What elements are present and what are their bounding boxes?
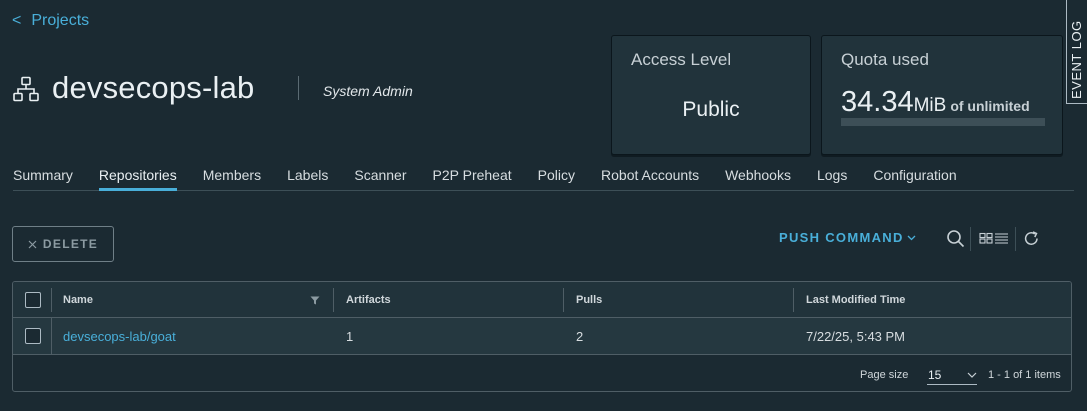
access-level-card: Access Level Public (611, 35, 811, 155)
tab-robot-accounts[interactable]: Robot Accounts (601, 164, 699, 191)
user-role-label: System Admin (323, 83, 413, 99)
column-divider (793, 288, 794, 312)
quota-unit: MiB (913, 95, 947, 116)
last-modified-time: 7/22/25, 5:43 PM (806, 329, 906, 344)
close-icon (28, 240, 37, 248)
column-divider (51, 318, 52, 354)
column-divider (333, 288, 334, 312)
table-header: Name Artifacts Pulls Last Modified Time (13, 282, 1071, 318)
header-divider (298, 76, 299, 100)
select-all-checkbox[interactable] (25, 292, 41, 308)
project-hierarchy-icon (13, 76, 39, 102)
event-log-label: EVENT LOG (1069, 20, 1084, 99)
search-icon[interactable] (944, 228, 966, 248)
push-command-label: PUSH COMMAND (779, 230, 904, 245)
row-checkbox[interactable] (25, 328, 41, 344)
card-list-view-toggle-icon[interactable] (976, 228, 1010, 248)
back-link-label: Projects (31, 12, 90, 29)
quota-card: Quota used 34.34MiB of unlimited (821, 35, 1063, 155)
tab-webhooks[interactable]: Webhooks (725, 164, 791, 191)
column-header-last-modified[interactable]: Last Modified Time (806, 294, 905, 306)
chevron-down-icon (907, 235, 916, 240)
filter-icon[interactable] (310, 296, 320, 305)
column-header-pulls[interactable]: Pulls (576, 294, 602, 306)
tab-labels[interactable]: Labels (287, 164, 328, 191)
chevron-left-icon: < (12, 12, 22, 29)
column-divider (51, 288, 52, 312)
project-name: devsecops-lab (52, 70, 255, 105)
tab-p2p-preheat[interactable]: P2P Preheat (433, 164, 512, 191)
push-command-dropdown[interactable]: PUSH COMMAND (779, 230, 916, 245)
repositories-table: Name Artifacts Pulls Last Modified Time … (12, 281, 1072, 392)
tab-repositories[interactable]: Repositories (98, 164, 177, 191)
toolbar-divider (970, 227, 971, 251)
repository-name-link[interactable]: devsecops-lab/goat (63, 329, 176, 344)
delete-button[interactable]: DELETE (12, 226, 114, 262)
tab-policy[interactable]: Policy (538, 164, 575, 191)
refresh-icon[interactable] (1020, 228, 1042, 248)
chevron-down-icon (967, 372, 977, 378)
page-size-value: 15 (928, 368, 942, 382)
quota-value: 34.34MiB of unlimited (841, 86, 1030, 119)
page-size-label: Page size (860, 369, 909, 381)
quota-amount: 34.34 (841, 86, 914, 118)
tab-members[interactable]: Members (203, 164, 261, 191)
tab-summary[interactable]: Summary (13, 164, 73, 191)
delete-button-label: DELETE (42, 237, 99, 251)
column-header-name[interactable]: Name (63, 294, 93, 306)
artifacts-count: 1 (346, 329, 354, 344)
quota-limit-text: of unlimited (950, 98, 1030, 114)
tab-logs[interactable]: Logs (817, 164, 847, 191)
page-size-select[interactable]: 15 (927, 363, 977, 385)
pagination-range: 1 - 1 of 1 items (988, 369, 1061, 381)
back-to-projects-link[interactable]: < Projects (12, 12, 89, 30)
pulls-count: 2 (576, 329, 584, 344)
access-level-value: Public (682, 98, 740, 121)
quota-progress-bar (841, 118, 1045, 126)
table-footer: Page size 15 1 - 1 of 1 items (13, 355, 1071, 391)
column-header-artifacts[interactable]: Artifacts (346, 294, 391, 306)
access-level-title: Access Level (631, 50, 732, 69)
event-log-tab[interactable]: EVENT LOG (1066, 0, 1087, 104)
table-row[interactable]: devsecops-lab/goat 1 2 7/22/25, 5:43 PM (13, 318, 1071, 355)
column-divider (563, 288, 564, 312)
project-tabs: Summary Repositories Members Labels Scan… (13, 164, 1074, 191)
tab-scanner[interactable]: Scanner (354, 164, 406, 191)
tab-configuration[interactable]: Configuration (873, 164, 956, 191)
quota-title: Quota used (841, 50, 929, 69)
toolbar-divider (1015, 227, 1016, 251)
